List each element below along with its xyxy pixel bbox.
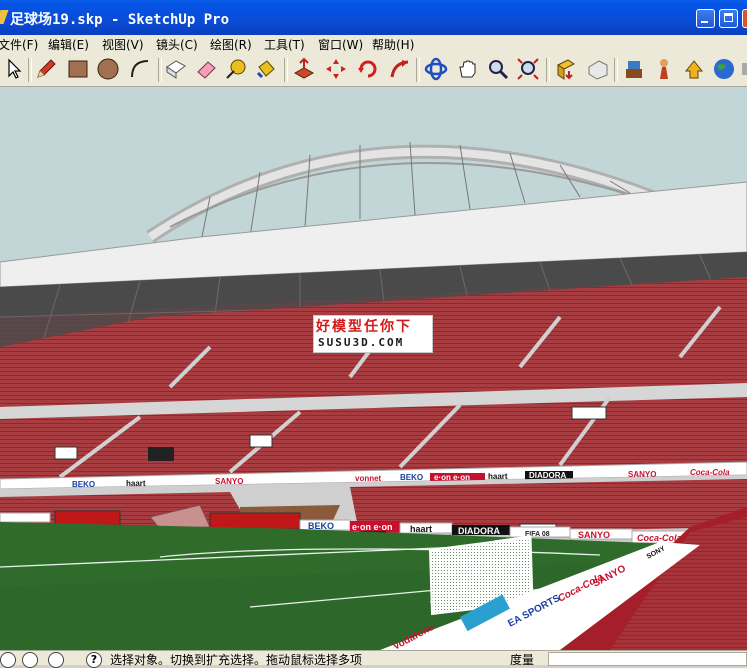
- paint-bucket-icon[interactable]: [254, 57, 278, 81]
- close-button[interactable]: [742, 9, 747, 28]
- menu-bar: 文件(F) 编辑(E) 视图(V) 镜头(C) 绘图(R) 工具(T) 窗口(W…: [0, 35, 747, 53]
- eraser-icon[interactable]: [194, 57, 218, 81]
- ad-eon-pitch: e·on e·on: [352, 522, 393, 532]
- extra-tool-icon[interactable]: [740, 57, 747, 81]
- app-icon: [0, 10, 9, 24]
- get-models-icon[interactable]: [554, 57, 578, 81]
- ad-haart-pitch: haart: [410, 524, 432, 534]
- ad-diadora-pitch: DIADORA: [458, 526, 500, 536]
- toolbar: [0, 53, 747, 87]
- ad-sanyo-pitch: SANYO: [578, 530, 610, 540]
- status-bar: ? 选择对象。切换到扩充选择。拖动鼠标选择多项 度量: [0, 650, 747, 668]
- status-hint: 选择对象。切换到扩充选择。拖动鼠标选择多项: [110, 653, 363, 667]
- circle-icon[interactable]: [96, 57, 120, 81]
- window-title: 足球场19.skp - SketchUp Pro: [10, 12, 230, 28]
- pencil-icon[interactable]: [34, 57, 58, 81]
- menu-tools[interactable]: 工具(T): [264, 36, 305, 53]
- menu-help[interactable]: 帮助(H): [372, 36, 414, 53]
- watermark-line2: SUSU3D.COM: [318, 336, 405, 349]
- title-bar: 足球场19.skp - SketchUp Pro: [0, 0, 747, 35]
- rotate-icon[interactable]: [356, 57, 380, 81]
- geo-location-icon[interactable]: [0, 652, 16, 668]
- google-earth-icon[interactable]: [712, 57, 736, 81]
- push-pull-icon[interactable]: [292, 57, 316, 81]
- arc-icon[interactable]: [128, 57, 152, 81]
- zoom-icon[interactable]: [486, 57, 510, 81]
- orbit-icon[interactable]: [424, 57, 448, 81]
- minimize-button[interactable]: [696, 9, 715, 28]
- make-component-icon[interactable]: [164, 57, 188, 81]
- add-location-icon[interactable]: [652, 57, 676, 81]
- watermark-line1: 好模型任你下: [316, 319, 412, 335]
- watermark: 好模型任你下 SUSU3D.COM: [313, 315, 433, 353]
- ad-vonnet: vonnet: [355, 474, 382, 483]
- help-icon[interactable]: ?: [86, 652, 102, 668]
- components-icon[interactable]: [622, 57, 646, 81]
- menu-draw[interactable]: 绘图(R): [210, 36, 252, 53]
- maximize-button[interactable]: [719, 9, 738, 28]
- model-viewport[interactable]: BEKO haart SANYO vonnet BEKO e·on e·on h…: [0, 87, 747, 650]
- ad-beko-upper-2: BEKO: [400, 473, 423, 482]
- pan-icon[interactable]: [456, 57, 480, 81]
- menu-view[interactable]: 视图(V): [102, 36, 144, 53]
- menu-edit[interactable]: 编辑(E): [48, 36, 89, 53]
- measurement-label: 度量: [510, 653, 535, 667]
- credits-icon[interactable]: [22, 652, 38, 668]
- menu-file[interactable]: 文件(F): [0, 36, 38, 53]
- tape-measure-icon[interactable]: [224, 57, 248, 81]
- user-icon[interactable]: [48, 652, 64, 668]
- zoom-extents-icon[interactable]: [516, 57, 540, 81]
- share-model-icon[interactable]: [586, 57, 610, 81]
- menu-window[interactable]: 窗口(W): [318, 36, 363, 53]
- select-icon[interactable]: [2, 57, 26, 81]
- move-icon[interactable]: [324, 57, 348, 81]
- menu-camera[interactable]: 镜头(C): [156, 36, 198, 53]
- upload-icon[interactable]: [682, 57, 706, 81]
- follow-me-icon[interactable]: [388, 57, 412, 81]
- rectangle-icon[interactable]: [66, 57, 90, 81]
- stadium-model-render: BEKO haart SANYO vonnet BEKO e·on e·on h…: [0, 87, 747, 650]
